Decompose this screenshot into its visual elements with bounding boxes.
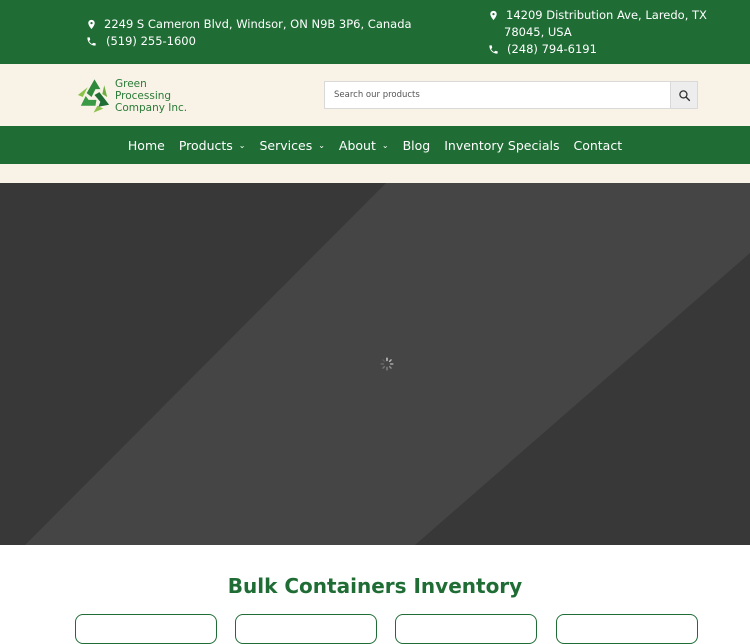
hero-diagonal-background xyxy=(0,183,750,545)
header-spacer-strip xyxy=(0,164,750,183)
nav-item-label: Home xyxy=(127,137,165,153)
logo-wordmark: Green Processing Company Inc. xyxy=(115,78,204,114)
nav-item-label: Services xyxy=(259,137,313,153)
search-button[interactable] xyxy=(670,82,697,108)
phone-icon xyxy=(486,42,500,56)
laredo-address-line2-row: 78045, USA xyxy=(504,25,572,39)
windsor-phone-text: (519) 255-1600 xyxy=(106,34,196,48)
main-navigation: Home Products ⌄ Services ⌄ About ⌄ Blog … xyxy=(0,126,750,164)
inventory-card[interactable] xyxy=(556,614,698,644)
chevron-down-icon: ⌄ xyxy=(238,140,246,150)
laredo-address-line2: 78045, USA xyxy=(504,25,572,39)
inventory-card[interactable] xyxy=(75,614,217,644)
windsor-phone[interactable]: (519) 255-1600 xyxy=(84,34,196,48)
section-title: Bulk Containers Inventory xyxy=(227,574,523,598)
nav-item-blog[interactable]: Blog xyxy=(403,138,431,153)
nav-item-about[interactable]: About ⌄ xyxy=(339,138,389,153)
site-header: Green Processing Company Inc. xyxy=(0,64,750,126)
logo-line1: Green Processing xyxy=(114,78,172,102)
product-search xyxy=(324,81,698,109)
hero-slider[interactable] xyxy=(0,183,750,545)
phone-icon xyxy=(84,34,98,48)
top-contact-bar: 2249 S Cameron Blvd, Windsor, ON N9B 3P6… xyxy=(0,0,750,64)
chevron-down-icon: ⌄ xyxy=(318,140,325,150)
inventory-card[interactable] xyxy=(395,614,537,644)
laredo-phone[interactable]: (248) 794-6191 xyxy=(486,42,597,56)
windsor-address[interactable]: 2249 S Cameron Blvd, Windsor, ON N9B 3P6… xyxy=(84,17,412,31)
logo-line2: Company Inc. xyxy=(114,102,188,114)
nav-item-services[interactable]: Services ⌄ xyxy=(260,138,325,153)
laredo-address-line1: 14209 Distribution Ave, Laredo, TX xyxy=(506,8,707,22)
company-logo[interactable]: Green Processing Company Inc. xyxy=(74,74,204,118)
nav-item-inventory-specials[interactable]: Inventory Specials xyxy=(444,138,559,153)
windsor-address-text: 2249 S Cameron Blvd, Windsor, ON N9B 3P6… xyxy=(104,17,412,31)
nav-item-label: Inventory Specials xyxy=(444,137,560,153)
map-pin-icon xyxy=(84,17,98,31)
nav-item-products[interactable]: Products ⌄ xyxy=(179,138,246,153)
nav-item-label: Contact xyxy=(573,137,623,153)
loading-spinner-icon xyxy=(380,357,394,371)
search-icon xyxy=(678,89,690,101)
nav-item-label: About xyxy=(338,137,376,153)
chevron-down-icon: ⌄ xyxy=(381,140,389,150)
nav-item-contact[interactable]: Contact xyxy=(573,138,622,153)
nav-item-home[interactable]: Home xyxy=(128,138,165,153)
laredo-address[interactable]: 14209 Distribution Ave, Laredo, TX xyxy=(486,8,707,22)
recycle-arrows-logo-icon xyxy=(77,79,110,113)
nav-item-label: Products xyxy=(178,137,233,153)
nav-item-label: Blog xyxy=(402,137,431,153)
inventory-card[interactable] xyxy=(235,614,377,644)
map-pin-icon xyxy=(486,8,500,22)
laredo-phone-text: (248) 794-6191 xyxy=(507,42,597,56)
search-input[interactable] xyxy=(325,82,671,108)
